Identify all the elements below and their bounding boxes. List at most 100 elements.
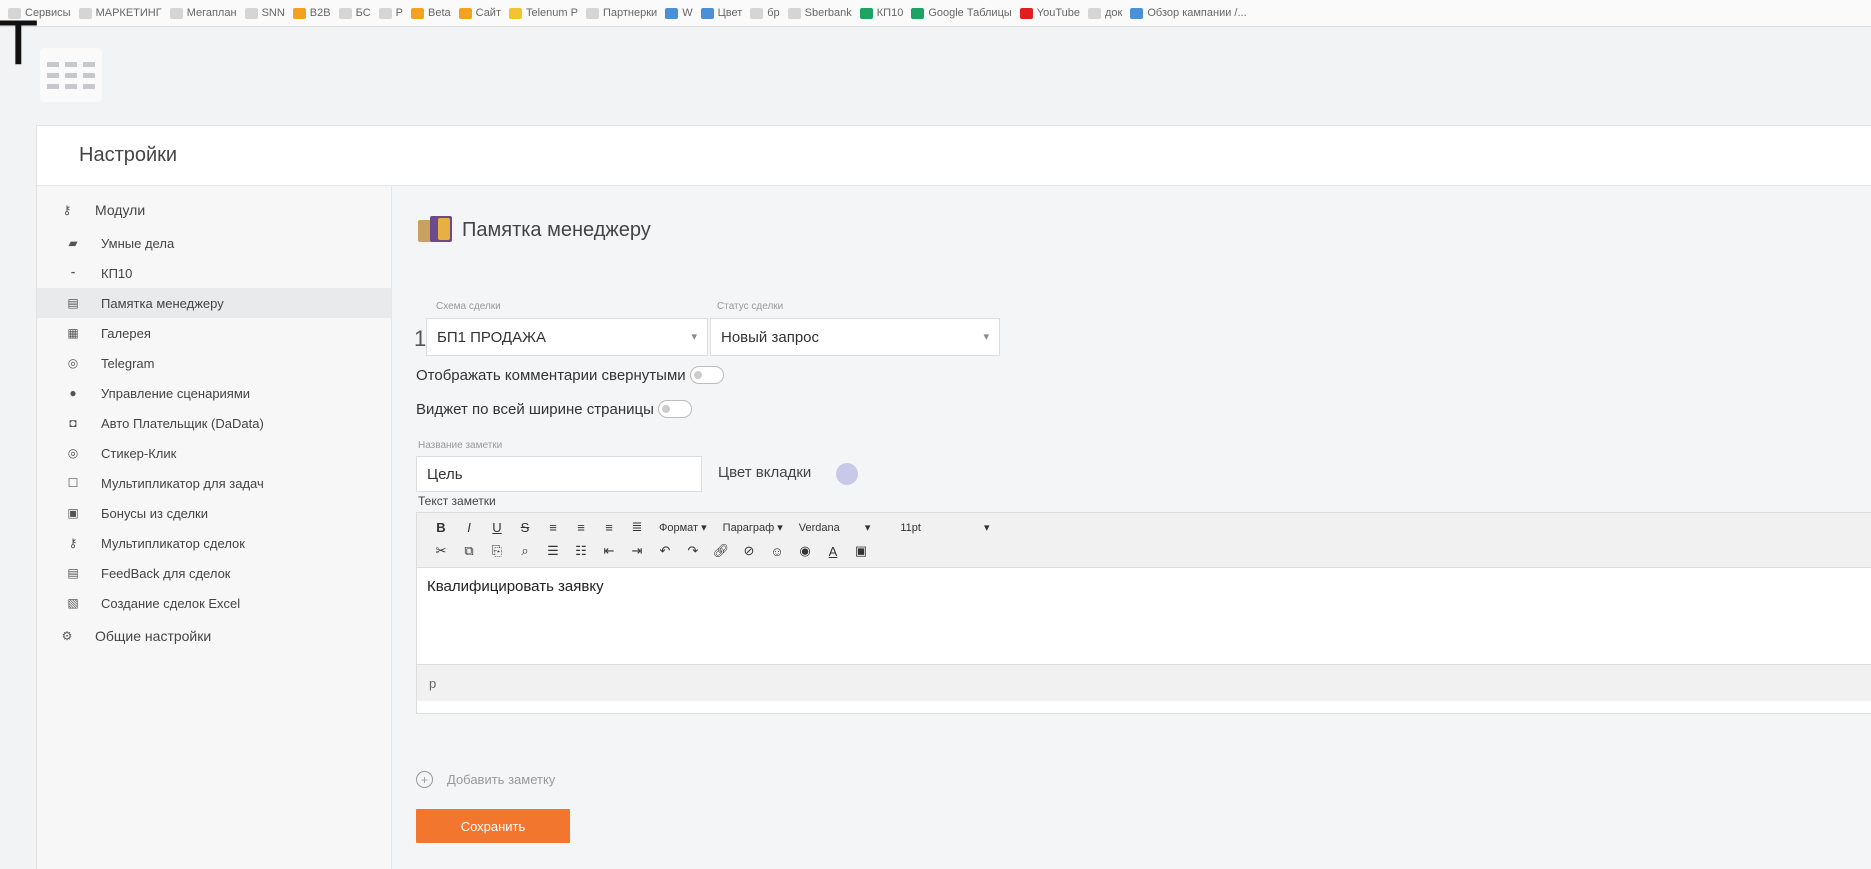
smart-tasks-icon: ▰ xyxy=(68,236,78,250)
bookmark-item[interactable]: Telenum P xyxy=(509,7,578,19)
paragraph-dropdown[interactable]: Параграф ▾ xyxy=(723,521,783,534)
italic-icon[interactable]: I xyxy=(455,520,483,535)
status-select[interactable]: Новый запрос ▾ xyxy=(710,318,1000,356)
copy-icon[interactable]: ⧉ xyxy=(455,543,483,559)
font-size-dropdown[interactable]: 11pt ▾ xyxy=(900,521,989,534)
page-icon xyxy=(787,7,801,19)
emoticon-icon[interactable]: ☺ xyxy=(763,544,791,559)
indent-icon[interactable]: ⇥ xyxy=(623,543,651,559)
bookmark-icon xyxy=(859,7,873,19)
background-color-icon[interactable]: ▣ xyxy=(847,543,875,559)
bookmark-item[interactable]: МАРКЕТИНГ xyxy=(78,7,162,19)
bookmark-label: B2B xyxy=(309,7,331,19)
link-icon[interactable]: 🔗︎ xyxy=(707,543,735,559)
status-label: Статус сделки xyxy=(717,301,784,312)
kp10-icon: ⁃ xyxy=(70,266,76,280)
sidebar-item[interactable]: ▧ Создание сделок Excel xyxy=(37,588,391,618)
format-dropdown[interactable]: Формат ▾ xyxy=(659,521,707,534)
sidebar-item[interactable]: ◘ Авто Плательщик (DaData) xyxy=(37,408,391,438)
sidebar-item-label: FeedBack для сделок xyxy=(101,565,231,581)
apps-grid-icon[interactable] xyxy=(40,48,102,102)
bookmark-item[interactable]: P xyxy=(378,7,403,19)
bookmark-item[interactable]: док xyxy=(1088,7,1122,19)
sidebar-item-label: Создание сделок Excel xyxy=(101,595,241,611)
bookmark-icon xyxy=(665,7,679,19)
bookmark-item[interactable]: SNN xyxy=(244,7,285,19)
bookmark-item[interactable]: Sberbank xyxy=(787,7,852,19)
sidebar-item[interactable]: ◎ Стикер-Клик xyxy=(37,438,391,468)
bookmark-item[interactable]: КП10 xyxy=(859,7,903,19)
underline-icon[interactable]: U xyxy=(483,520,511,535)
sidebar-item[interactable]: ⚷ Мультипликатор сделок xyxy=(37,528,391,558)
strikethrough-icon[interactable]: S xyxy=(511,520,539,535)
bookmarks-bar: Сервисы МАРКЕТИНГ Мегаплан SNN B2B БС P Beta Сай… xyxy=(0,0,1871,27)
cut-icon[interactable]: ✂ xyxy=(427,543,455,559)
add-note-button[interactable]: + Добавить заметку xyxy=(416,771,555,788)
preview-icon[interactable]: ◉ xyxy=(791,543,819,559)
font-dropdown[interactable]: Verdana ▾ xyxy=(799,521,871,534)
bookmark-item[interactable]: Beta xyxy=(410,7,451,19)
sidebar-item[interactable]: ▣ Бонусы из сделки xyxy=(37,498,391,528)
sidebar-item[interactable]: ▰ Умные дела xyxy=(37,228,391,258)
sidebar-section-modules[interactable]: ⚷ Модули xyxy=(37,192,391,228)
bookmark-icon xyxy=(509,7,522,19)
sidebar-item[interactable]: ☐ Мультипликатор для задач xyxy=(37,468,391,498)
save-button[interactable]: Сохранить xyxy=(416,809,570,843)
sidebar-item-label: Авто Плательщик (DaData) xyxy=(101,415,264,431)
toggle-row-fullwidth: Виджет по всей ширине страницы xyxy=(416,400,692,418)
feedback-icon: ▤ xyxy=(67,566,79,580)
sidebar: ⚷ Модули ▰ Умные дела ⁃ КП10 ▤ Памятка менедж… xyxy=(37,186,392,869)
numbered-list-icon[interactable]: ☷ xyxy=(567,543,595,559)
page-title: Памятка менеджеру xyxy=(418,216,651,244)
sidebar-item[interactable]: ◎ Telegram xyxy=(37,348,391,378)
undo-icon[interactable]: ↶ xyxy=(651,543,679,559)
unlink-icon[interactable]: ⊘ xyxy=(735,543,763,559)
multiplier-tasks-icon: ☐ xyxy=(67,476,79,490)
align-left-icon[interactable]: ≡ xyxy=(539,520,567,535)
bookmark-item[interactable]: Сайт xyxy=(458,7,501,19)
align-justify-icon[interactable]: ≣ xyxy=(623,519,651,535)
bookmark-item[interactable]: Обзор кампании /... xyxy=(1130,7,1247,19)
pipeline-value: БП1 ПРОДАЖА xyxy=(437,328,546,346)
bookmark-item[interactable]: Мегаплан xyxy=(169,7,237,19)
bullet-list-icon[interactable]: ☰ xyxy=(539,543,567,559)
bookmark-item[interactable]: B2B xyxy=(292,7,331,19)
sidebar-item[interactable]: ▤ Памятка менеджеру xyxy=(37,288,391,318)
bookmark-label: МАРКЕТИНГ xyxy=(95,7,162,19)
bookmark-item[interactable]: БС xyxy=(338,7,371,19)
scenario-icon: ● xyxy=(69,386,77,400)
toggle-collapsed-switch[interactable] xyxy=(689,366,724,384)
align-center-icon[interactable]: ≡ xyxy=(567,520,595,535)
row-number: 1 xyxy=(414,326,427,351)
toggle-fullwidth-label: Виджет по всей ширине страницы xyxy=(416,400,654,418)
sidebar-item[interactable]: ● Управление сценариями xyxy=(37,378,391,408)
align-right-icon[interactable]: ≡ xyxy=(595,520,623,535)
note-name-input[interactable]: Цель xyxy=(416,456,702,492)
note-text-label: Текст заметки xyxy=(418,494,496,508)
sidebar-item[interactable]: ▤ FeedBack для сделок xyxy=(37,558,391,588)
bookmark-item[interactable]: Google Таблицы xyxy=(911,7,1012,19)
bookmark-label: бр xyxy=(767,7,780,19)
pipeline-select[interactable]: БП1 ПРОДАЖА ▾ xyxy=(426,318,708,356)
bookmark-item[interactable]: бр xyxy=(750,7,780,19)
paste-icon[interactable]: ⎘ xyxy=(483,543,511,559)
bookmark-label: Google Таблицы xyxy=(928,7,1012,19)
bookmark-item[interactable]: W xyxy=(665,7,693,19)
sidebar-section-general[interactable]: ⚙ Общие настройки xyxy=(37,618,391,654)
outdent-icon[interactable]: ⇤ xyxy=(595,543,623,559)
redo-icon[interactable]: ↷ xyxy=(679,543,707,559)
text-color-icon[interactable]: A xyxy=(819,544,847,559)
toggle-fullwidth-switch[interactable] xyxy=(657,400,692,418)
bookmark-item[interactable]: Партнерки xyxy=(585,7,657,19)
sidebar-item[interactable]: ⁃ КП10 xyxy=(37,258,391,288)
editor-content[interactable]: Квалифицировать заявку xyxy=(417,568,1871,664)
bookmark-item[interactable]: Цвет xyxy=(700,7,742,19)
find-icon[interactable]: ⌕ xyxy=(511,543,539,559)
main-content: Памятка менеджеру Схема сделки Статус сд… xyxy=(392,186,1871,869)
gear-icon: ⚙ xyxy=(61,629,73,643)
tab-color-swatch[interactable] xyxy=(836,463,858,485)
sidebar-item[interactable]: ▦ Галерея xyxy=(37,318,391,348)
bookmark-item[interactable]: YouTube xyxy=(1019,7,1080,19)
sidebar-item-label: КП10 xyxy=(101,265,133,281)
bold-icon[interactable]: B xyxy=(427,520,455,535)
